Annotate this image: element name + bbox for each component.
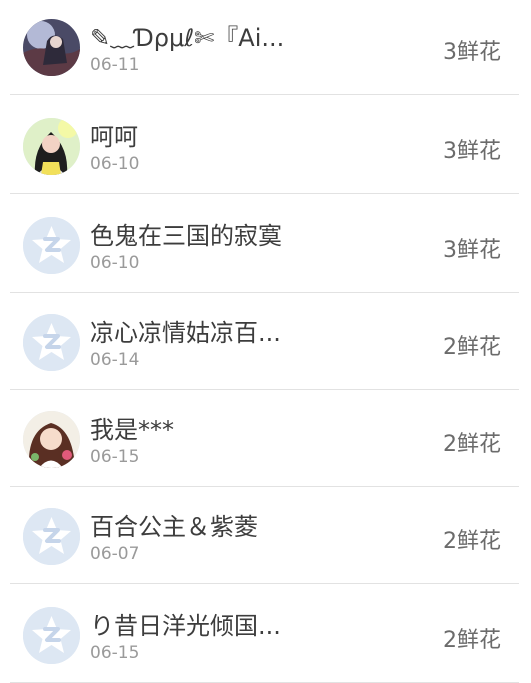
list-item[interactable]: 我是*** 06-15 2鲜花	[0, 390, 531, 487]
date-label: 06-10	[90, 154, 140, 174]
default-star-avatar-icon	[23, 607, 80, 664]
date-label: 06-07	[90, 544, 140, 564]
date-label: 06-11	[90, 55, 140, 75]
gift-ranking-list: ✎﹏Ɗρμℓ✄『Ai... 06-11 3鲜花 呵呵 06-10 3鲜花 色鬼在…	[0, 0, 531, 683]
photo-avatar-dark-scene-icon	[23, 19, 80, 76]
user-name: 色鬼在三国的寂寞	[90, 222, 282, 250]
flower-count: 2鲜花	[443, 628, 501, 653]
list-item[interactable]: ✎﹏Ɗρμℓ✄『Ai... 06-11 3鲜花	[0, 0, 531, 95]
user-name: 我是***	[90, 416, 174, 444]
photo-avatar-girl-icon	[23, 118, 80, 175]
flower-count: 2鲜花	[443, 432, 501, 457]
divider	[10, 583, 519, 584]
date-label: 06-15	[90, 643, 140, 663]
user-name: 呵呵	[90, 123, 138, 151]
flower-count: 3鲜花	[443, 139, 501, 164]
list-item[interactable]: り昔日洋光倾国... 06-15 2鲜花	[0, 586, 531, 683]
date-label: 06-10	[90, 253, 140, 273]
user-name: 百合公主＆紫菱	[90, 513, 258, 541]
flower-count: 3鲜花	[443, 238, 501, 263]
list-item[interactable]: 百合公主＆紫菱 06-07 2鲜花	[0, 487, 531, 584]
user-name: 凉心凉情姑凉百...	[90, 319, 281, 347]
user-avatar[interactable]	[23, 314, 80, 371]
default-star-avatar-icon	[23, 314, 80, 371]
date-label: 06-15	[90, 447, 140, 467]
default-star-avatar-icon	[23, 508, 80, 565]
user-name: り昔日洋光倾国...	[90, 612, 281, 640]
list-item[interactable]: 色鬼在三国的寂寞 06-10 3鲜花	[0, 196, 531, 293]
list-item[interactable]: 呵呵 06-10 3鲜花	[0, 97, 531, 194]
divider	[10, 94, 519, 95]
date-label: 06-14	[90, 350, 140, 370]
default-star-avatar-icon	[23, 217, 80, 274]
user-avatar[interactable]	[23, 19, 80, 76]
user-avatar[interactable]	[23, 607, 80, 664]
flower-count: 2鲜花	[443, 529, 501, 554]
anime-avatar-icon	[23, 411, 80, 468]
list-item[interactable]: 凉心凉情姑凉百... 06-14 2鲜花	[0, 293, 531, 390]
user-avatar[interactable]	[23, 217, 80, 274]
user-avatar[interactable]	[23, 508, 80, 565]
divider	[10, 193, 519, 194]
user-avatar[interactable]	[23, 411, 80, 468]
flower-count: 2鲜花	[443, 335, 501, 360]
flower-count: 3鲜花	[443, 40, 501, 65]
user-avatar[interactable]	[23, 118, 80, 175]
user-name: ✎﹏Ɗρμℓ✄『Ai...	[90, 24, 285, 52]
